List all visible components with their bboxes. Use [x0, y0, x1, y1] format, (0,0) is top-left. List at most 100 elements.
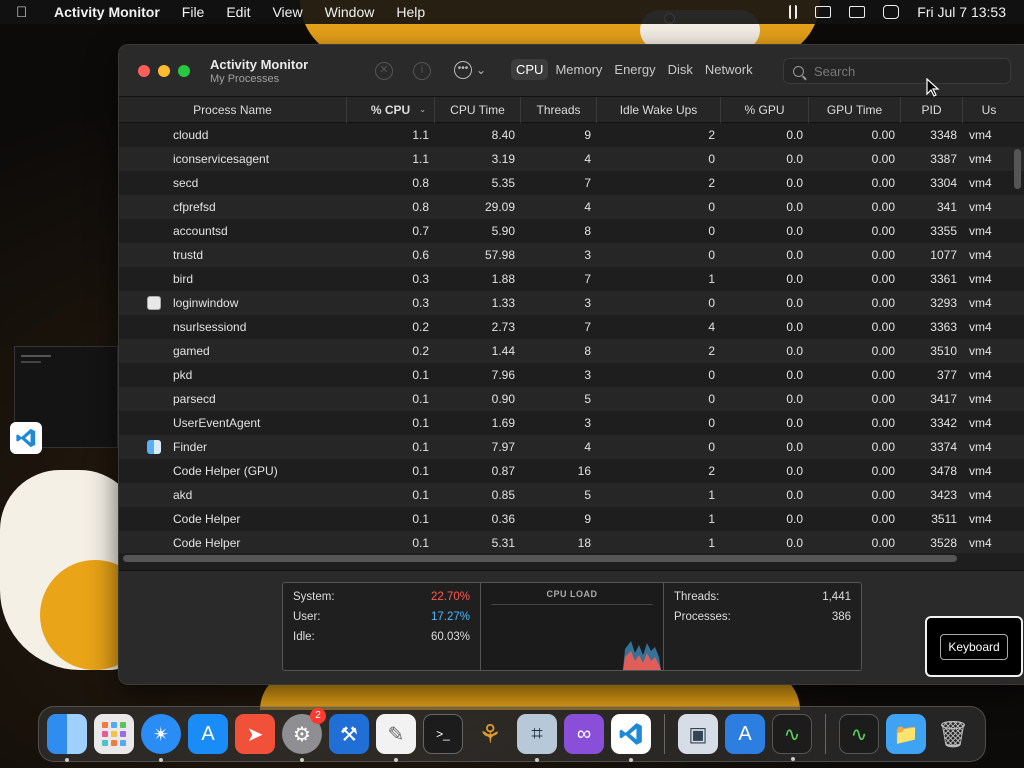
cell-idle-wake-ups: 1: [708, 512, 715, 526]
xcode-icon[interactable]: ⚒: [329, 714, 369, 754]
keyboard-button[interactable]: Keyboard: [925, 616, 1023, 677]
menu-file[interactable]: File: [182, 4, 205, 20]
zoom-button[interactable]: [178, 64, 190, 77]
tab-disk[interactable]: Disk: [663, 59, 698, 80]
cell-gpu: 0.0: [786, 128, 803, 142]
cell-pid: 3374: [930, 440, 957, 454]
column-idle-wake-ups[interactable]: Idle Wake Ups: [597, 97, 721, 123]
visual-studio-icon[interactable]: ∞: [564, 714, 604, 754]
cell-pid: 3342: [930, 416, 957, 430]
horizontal-scroll-thumb[interactable]: [123, 555, 957, 562]
menu-clock[interactable]: Fri Jul 7 13:53: [917, 4, 1006, 20]
table-row[interactable]: akd 0.1 0.85 5 1 0.0 0.00 3423 vm4: [119, 483, 1024, 507]
column-gpu[interactable]: % GPU: [721, 97, 809, 123]
column-user[interactable]: Us: [963, 97, 1015, 123]
preview-icon[interactable]: ▣: [678, 714, 718, 754]
table-row[interactable]: UserEventAgent 0.1 1.69 3 0 0.0 0.00 3342 vm4: [119, 411, 1024, 435]
close-button[interactable]: [138, 64, 150, 77]
table-row[interactable]: Code Helper (GPU) 0.1 0.87 16 2 0.0 0.00 3478 vm…: [119, 459, 1024, 483]
sidebar-icon[interactable]: [815, 6, 832, 18]
textedit-icon[interactable]: ✎: [376, 714, 416, 762]
column-gpu-time[interactable]: GPU Time: [809, 97, 901, 123]
swift-icon[interactable]: ➤: [235, 714, 275, 754]
menu-edit[interactable]: Edit: [226, 4, 250, 20]
tab-network[interactable]: Network: [700, 59, 758, 80]
cell-process-name: Code Helper: [119, 536, 347, 550]
xcode-alt-icon[interactable]: A: [725, 714, 765, 754]
trash-icon[interactable]: 🗑: [933, 714, 973, 754]
launchpad-icon[interactable]: [94, 714, 134, 754]
table-row[interactable]: nsurlsessiond 0.2 2.73 7 4 0.0 0.00 3363 vm4: [119, 315, 1024, 339]
info-icon[interactable]: i: [413, 62, 431, 80]
column-cpu-time[interactable]: CPU Time: [435, 97, 521, 123]
app-store-icon[interactable]: A: [188, 714, 228, 754]
vertical-scrollbar[interactable]: [1014, 149, 1021, 189]
table-row[interactable]: iconservicesagent 1.1 3.19 4 0 0.0 0.00 3387 vm4: [119, 147, 1024, 171]
process-icon-placeholder: [147, 416, 161, 430]
menu-window[interactable]: Window: [325, 4, 375, 20]
column-cpu-label: % CPU: [370, 103, 411, 117]
stop-process-icon[interactable]: ✕: [375, 62, 393, 80]
cell-cpu: 0.8: [412, 176, 429, 190]
process-name: pkd: [173, 368, 193, 382]
cell-cpu-time: 7.96: [491, 368, 515, 382]
apple-menu-icon[interactable]: : [16, 4, 36, 21]
table-row[interactable]: secd 0.8 5.35 7 2 0.0 0.00 3304 vm4: [119, 171, 1024, 195]
menu-view[interactable]: View: [272, 4, 302, 20]
horizontal-scrollbar[interactable]: [119, 553, 1024, 563]
menu-help[interactable]: Help: [396, 4, 425, 20]
more-actions-button[interactable]: ••• ⌄: [454, 61, 486, 79]
running-indicator: [629, 758, 633, 762]
safari-icon[interactable]: ✴: [141, 714, 181, 762]
spotlight-icon[interactable]: [664, 13, 675, 24]
control-center-icon[interactable]: [883, 5, 900, 19]
tab-memory[interactable]: Memory: [550, 59, 607, 80]
table-row[interactable]: Finder 0.1 7.97 4 0 0.0 0.00 3374 vm4: [119, 435, 1024, 459]
activity-monitor-icon[interactable]: ∿: [772, 714, 812, 761]
system-settings-icon[interactable]: ⚙ 2: [282, 708, 326, 762]
finder-icon[interactable]: [47, 714, 87, 762]
graphing-icon[interactable]: ⌗: [517, 714, 557, 762]
activity-monitor-alt-icon[interactable]: ∿: [839, 714, 879, 754]
summary-panel: System: 22.70% User: 17.27% Idle: 60.03% CP…: [119, 570, 1024, 684]
column-threads[interactable]: Threads: [521, 97, 597, 123]
column-process-name[interactable]: Process Name: [119, 97, 347, 123]
cell-user: vm4: [969, 296, 992, 310]
search-box[interactable]: [783, 58, 1011, 84]
vscode-icon[interactable]: [10, 422, 42, 454]
tab-cpu[interactable]: CPU: [511, 59, 549, 80]
cell-cpu: 0.7: [412, 224, 429, 238]
table-row[interactable]: bird 0.3 1.88 7 1 0.0 0.00 3361 vm4: [119, 267, 1024, 291]
finder-icon: [147, 440, 161, 454]
table-row[interactable]: trustd 0.6 57.98 3 0 0.0 0.00 1077 vm4: [119, 243, 1024, 267]
table-row[interactable]: pkd 0.1 7.96 3 0 0.0 0.00 377 vm4: [119, 363, 1024, 387]
table-row[interactable]: loginwindow 0.3 1.33 3 0 0.0 0.00 3293 vm4: [119, 291, 1024, 315]
cell-gpu-time: 0.00: [871, 320, 895, 334]
table-row[interactable]: Code Helper 0.1 5.31 18 1 0.0 0.00 3528 vm4: [119, 531, 1024, 553]
cell-cpu-time: 5.31: [491, 536, 515, 550]
table-row[interactable]: cloudd 1.1 8.40 9 2 0.0 0.00 3348 vm4: [119, 123, 1024, 147]
process-name: Code Helper (GPU): [173, 464, 278, 478]
table-row[interactable]: Code Helper 0.1 0.36 9 1 0.0 0.00 3511 vm4: [119, 507, 1024, 531]
cell-pid: 3293: [930, 296, 957, 310]
vscode-icon[interactable]: [611, 714, 651, 762]
minimize-button[interactable]: [158, 64, 170, 77]
menu-app-name[interactable]: Activity Monitor: [54, 4, 160, 20]
cpu-load-sparkline: [623, 641, 661, 670]
cell-threads: 3: [584, 368, 591, 382]
tab-energy[interactable]: Energy: [609, 59, 660, 80]
table-row[interactable]: parsecd 0.1 0.90 5 0 0.0 0.00 3417 vm4: [119, 387, 1024, 411]
table-row[interactable]: cfprefsd 0.8 29.09 4 0 0.0 0.00 341 vm4: [119, 195, 1024, 219]
table-row[interactable]: accountsd 0.7 5.90 8 0 0.0 0.00 3355 vm4: [119, 219, 1024, 243]
table-row[interactable]: gamed 0.2 1.44 8 2 0.0 0.00 3510 vm4: [119, 339, 1024, 363]
search-input[interactable]: [814, 63, 994, 79]
screen-mirroring-icon[interactable]: [849, 6, 866, 18]
folder-icon[interactable]: 📁: [886, 714, 926, 754]
pause-icon[interactable]: [789, 5, 798, 19]
instruments-icon[interactable]: ⚘: [470, 714, 510, 754]
cell-threads: 4: [584, 152, 591, 166]
column-pid[interactable]: PID: [901, 97, 963, 123]
terminal-icon[interactable]: >_: [423, 714, 463, 754]
column-cpu[interactable]: % CPU ⌄: [347, 97, 435, 123]
cell-gpu-time: 0.00: [871, 344, 895, 358]
